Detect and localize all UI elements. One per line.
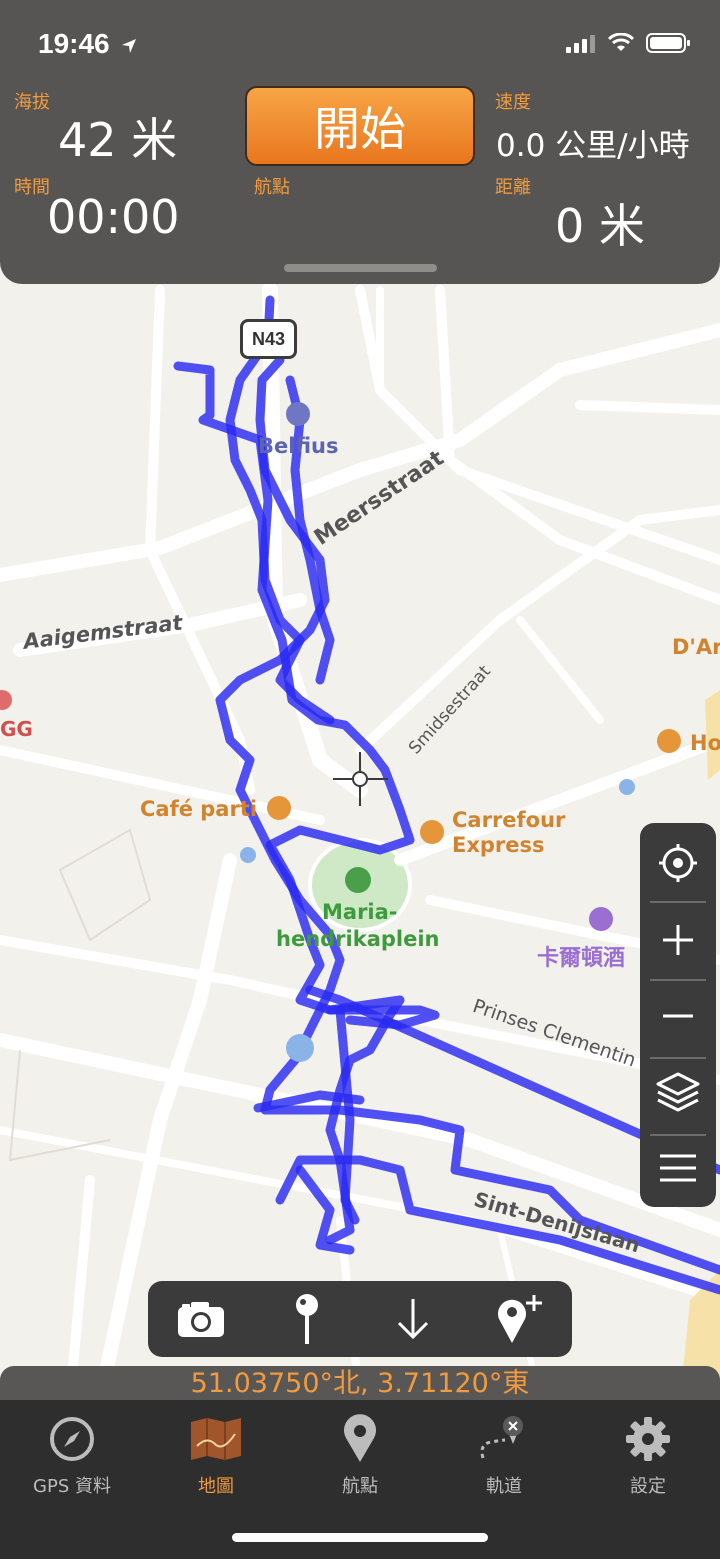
tab-gps-data[interactable]: GPS 資料 — [0, 1414, 144, 1504]
label-belfius: Belfius — [258, 434, 339, 458]
menu-icon — [660, 1154, 696, 1182]
label-park-2: hendrikaplein — [276, 927, 440, 951]
tab-label: 軌道 — [486, 1476, 522, 1497]
speed-label: 速度 — [495, 92, 531, 112]
home-indicator — [232, 1533, 488, 1542]
compass-icon — [50, 1417, 94, 1461]
locate-icon — [659, 844, 697, 882]
pin-icon — [344, 1414, 376, 1462]
drop-pin-button[interactable] — [269, 1281, 345, 1357]
label-carrefour-1: Carrefour — [452, 808, 566, 832]
tab-label: 航點 — [342, 1476, 378, 1497]
tab-waypoints[interactable]: 航點 — [288, 1414, 432, 1504]
menu-button[interactable] — [640, 1130, 716, 1206]
label-gg: GG — [0, 717, 33, 741]
plus-icon — [663, 925, 693, 955]
waypoint-label: 航點 — [254, 177, 290, 197]
bus-icon — [240, 847, 256, 863]
time-label: 時間 — [14, 177, 50, 197]
battery-icon — [646, 33, 690, 53]
cafe-icon — [267, 796, 291, 820]
map-toolbar — [148, 1281, 572, 1357]
altitude-value: 42 米 — [58, 113, 178, 167]
panel-grabber[interactable] — [284, 264, 437, 272]
layers-button[interactable] — [640, 1055, 716, 1131]
poi-icon — [0, 690, 12, 710]
label-d-ar: D'Ar — [672, 635, 720, 659]
coordinates-readout: 51.03750°北, 3.71120°東 — [0, 1366, 720, 1402]
stats-panel: 19:46 海拔 42 米 開始 速度 0.0 公里/小時 時間 00:00 航… — [0, 0, 720, 284]
layers-icon — [656, 1072, 700, 1112]
add-waypoint-button[interactable] — [481, 1281, 557, 1357]
road-shield: N43 — [240, 319, 297, 359]
speed-value: 0.0 公里/小時 — [496, 128, 690, 164]
tab-tracks[interactable]: 軌道 — [432, 1414, 576, 1504]
park-icon — [345, 867, 371, 893]
tab-map[interactable]: 地圖 — [144, 1414, 288, 1504]
pin-drop-icon — [296, 1294, 318, 1344]
location-arrow-icon — [122, 38, 137, 53]
arrow-down-icon — [397, 1299, 429, 1340]
label-ho: Ho — [690, 731, 720, 755]
distance-label: 距離 — [495, 177, 531, 197]
status-icons — [566, 32, 692, 54]
altitude-label: 海拔 — [14, 92, 50, 112]
start-button[interactable]: 開始 — [245, 86, 475, 166]
map-controls — [640, 823, 716, 1207]
shop-icon — [420, 820, 444, 844]
tab-settings[interactable]: 設定 — [576, 1414, 720, 1504]
tab-label: GPS 資料 — [33, 1476, 111, 1497]
bank-icon — [286, 402, 310, 426]
status-time: 19:46 — [38, 28, 139, 60]
label-cafe: Café parti — [140, 797, 258, 821]
track-icon — [480, 1416, 523, 1459]
tab-bar: GPS 資料 地圖 航點 軌道 設定 — [0, 1400, 720, 1559]
time-value: 00:00 — [47, 190, 180, 244]
signal-icon — [566, 35, 595, 53]
label-carrefour-2: Express — [452, 833, 545, 857]
add-waypoint-icon — [498, 1295, 542, 1343]
bus-stop-icon — [286, 1034, 314, 1062]
restaurant-icon — [657, 729, 681, 753]
camera-button[interactable] — [163, 1281, 239, 1357]
label-hotel: 卡爾頓酒 — [537, 946, 626, 971]
locate-button[interactable] — [640, 825, 716, 901]
camera-icon — [178, 1302, 224, 1337]
tab-label: 地圖 — [198, 1476, 234, 1497]
label-park-1: Maria- — [322, 900, 398, 924]
distance-value: 0 米 — [555, 199, 645, 253]
zoom-in-button[interactable] — [640, 902, 716, 978]
wifi-icon — [608, 33, 634, 51]
download-button[interactable] — [375, 1281, 451, 1357]
bus-icon-2 — [619, 779, 635, 795]
minus-icon — [663, 1014, 693, 1018]
gear-icon — [626, 1417, 670, 1461]
zoom-out-button[interactable] — [640, 978, 716, 1054]
tab-label: 設定 — [630, 1476, 666, 1497]
map-icon — [191, 1418, 241, 1460]
hotel-icon — [589, 907, 613, 931]
